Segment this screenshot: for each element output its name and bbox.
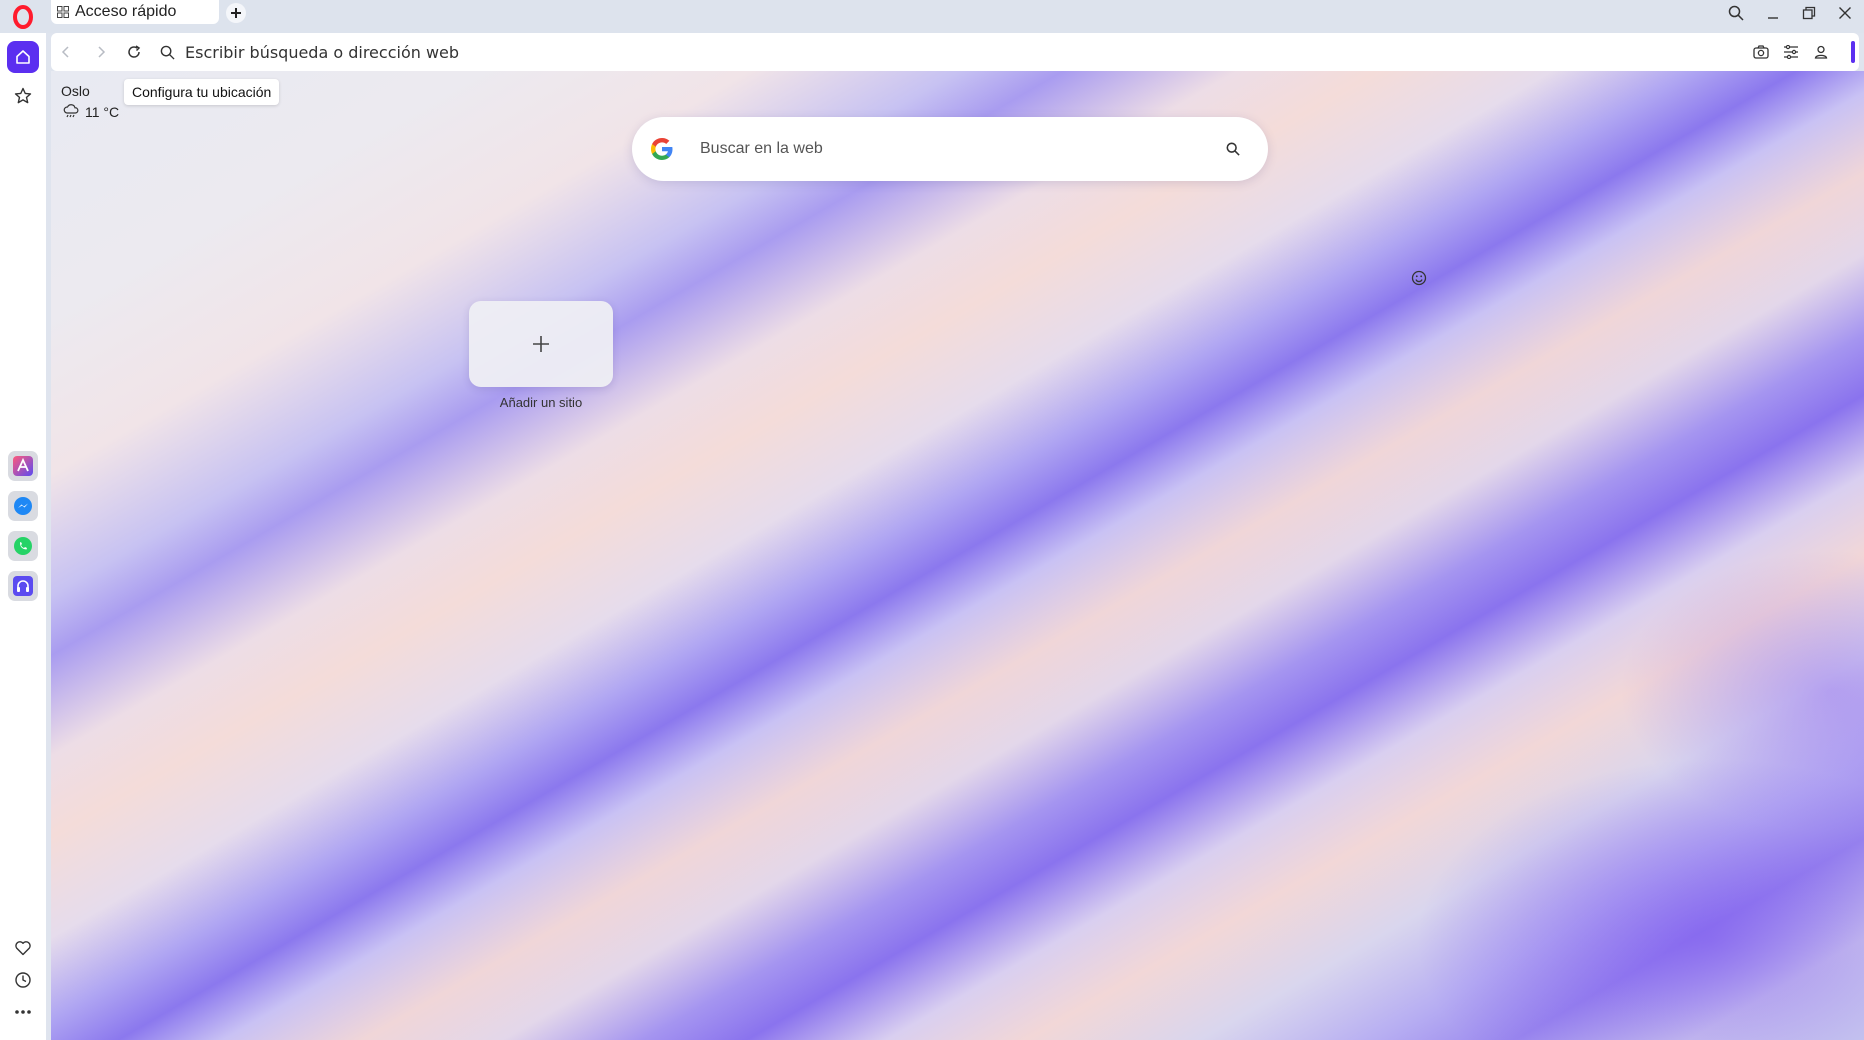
camera-icon xyxy=(1753,45,1769,59)
profile-icon xyxy=(1814,45,1828,59)
profile-button[interactable] xyxy=(1811,42,1831,62)
weather-temperature: 11 °C xyxy=(85,104,120,120)
google-icon xyxy=(651,138,673,160)
smiley-icon xyxy=(1411,270,1427,286)
more-icon xyxy=(15,1010,31,1014)
favorites-heart-icon xyxy=(15,941,31,956)
reload-button[interactable] xyxy=(124,42,144,62)
title-bar: Acceso rápido xyxy=(0,0,1864,33)
sidebar-app-aria[interactable] xyxy=(8,451,38,481)
rain-cloud-icon xyxy=(63,104,79,118)
speed-dial-star-icon xyxy=(14,87,32,104)
sidebar-app-whatsapp[interactable] xyxy=(8,531,38,561)
close-icon xyxy=(1839,7,1851,19)
opera-logo-icon[interactable] xyxy=(12,5,34,29)
forward-icon xyxy=(98,46,106,58)
plus-icon xyxy=(533,336,549,352)
sidebar-item-speed-dial[interactable] xyxy=(7,80,39,112)
search-icon xyxy=(1728,5,1744,21)
aria-icon xyxy=(13,456,33,476)
search-icon xyxy=(160,45,175,60)
address-input[interactable] xyxy=(185,41,1285,63)
sidebar-item-home[interactable] xyxy=(7,41,39,73)
close-button[interactable] xyxy=(1834,2,1856,24)
minimize-icon xyxy=(1768,17,1778,19)
grid-icon xyxy=(57,6,69,18)
sidebar xyxy=(0,33,46,1040)
back-icon xyxy=(61,46,69,58)
tab-label: Acceso rápido xyxy=(75,3,177,20)
home-icon xyxy=(16,50,30,64)
new-tab-button[interactable] xyxy=(226,3,246,23)
history-clock-icon xyxy=(15,972,31,988)
add-site-button[interactable] xyxy=(469,301,613,387)
forward-button[interactable] xyxy=(91,42,111,62)
sidebar-app-messenger[interactable] xyxy=(8,491,38,521)
speed-dial-page: Oslo Configura tu ubicación 11 °C Buscar… xyxy=(51,71,1864,1040)
messenger-icon xyxy=(14,497,32,515)
easy-setup-button[interactable] xyxy=(1781,42,1801,62)
music-player-icon xyxy=(13,576,33,596)
plus-icon xyxy=(231,8,241,18)
weather-widget[interactable]: Oslo Configura tu ubicación 11 °C xyxy=(61,79,281,123)
whatsapp-icon xyxy=(14,537,32,555)
web-search-box[interactable] xyxy=(632,117,1268,181)
weather-city: Oslo xyxy=(61,83,90,99)
location-tooltip[interactable]: Configura tu ubicación xyxy=(124,79,280,105)
sidebar-panel-indicator[interactable] xyxy=(1851,41,1855,63)
sidebar-item-favorites[interactable] xyxy=(7,932,39,964)
reload-icon xyxy=(128,45,141,58)
address-toolbar xyxy=(51,33,1859,71)
back-button[interactable] xyxy=(56,42,76,62)
tab-speed-dial[interactable]: Acceso rápido xyxy=(51,0,219,24)
search-icon xyxy=(1226,142,1240,156)
minimize-button[interactable] xyxy=(1762,2,1784,24)
tab-search-button[interactable] xyxy=(1725,2,1747,24)
sidebar-app-music[interactable] xyxy=(8,571,38,601)
sidebar-item-history[interactable] xyxy=(7,964,39,996)
web-search-input[interactable] xyxy=(700,137,1180,161)
easy-setup-icon xyxy=(1784,45,1798,59)
sidebar-item-more[interactable] xyxy=(7,996,39,1028)
restore-icon xyxy=(1802,6,1816,20)
search-submit-button[interactable] xyxy=(1223,139,1243,159)
add-site-label: Añadir un sitio xyxy=(499,395,583,410)
snapshot-button[interactable] xyxy=(1751,42,1771,62)
address-search-icon-wrap xyxy=(157,42,177,62)
restore-button[interactable] xyxy=(1798,2,1820,24)
wallpaper-reaction-button[interactable] xyxy=(1410,269,1428,287)
